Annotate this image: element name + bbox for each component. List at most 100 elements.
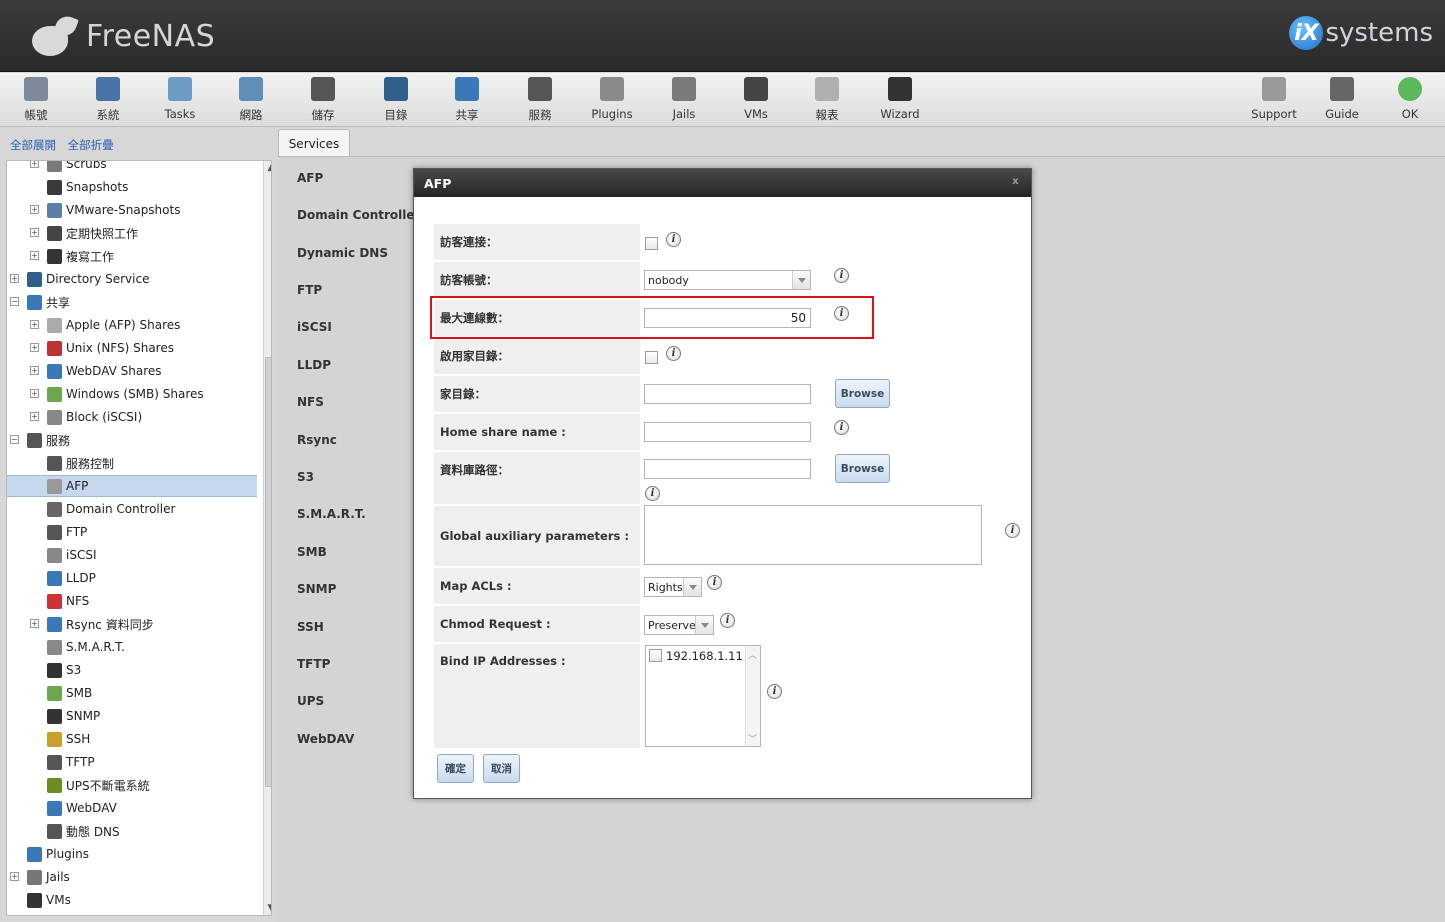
tree-node[interactable]: + 複寫工作	[7, 245, 257, 267]
home-dir-enable-checkbox[interactable]	[645, 351, 658, 364]
guest-account-select[interactable]: nobody	[644, 270, 811, 290]
tree-node[interactable]: Snapshots	[7, 176, 257, 198]
expand-icon[interactable]: +	[30, 343, 39, 352]
tree-node[interactable]: S3	[7, 659, 257, 681]
collapse-all-link[interactable]: 全部折疊	[68, 138, 114, 152]
browse-button[interactable]: Browse	[835, 379, 890, 408]
toolbar-item-4[interactable]: 儲存	[290, 77, 356, 123]
expand-icon[interactable]: +	[30, 619, 39, 628]
tree-node[interactable]: Domain Controller	[7, 498, 257, 520]
global-aux-textarea[interactable]	[644, 505, 982, 565]
tree-node[interactable]: WebDAV	[7, 797, 257, 819]
tree-node[interactable]: + Windows (SMB) Shares	[7, 383, 257, 405]
browse-button[interactable]: Browse	[835, 454, 890, 483]
cancel-button[interactable]: 取消	[483, 754, 520, 783]
expand-icon[interactable]: +	[10, 872, 19, 881]
info-icon[interactable]: i	[707, 575, 722, 590]
expand-icon[interactable]: +	[30, 412, 39, 421]
tree-node[interactable]: + 定期快照工作	[7, 222, 257, 244]
scroll-up-icon[interactable]: ▲	[266, 163, 271, 173]
tree-node[interactable]: 服務控制	[7, 452, 257, 474]
tree-node[interactable]: SMB	[7, 682, 257, 704]
toolbar-item-7[interactable]: 服務	[507, 77, 573, 123]
tree-node[interactable]: Plugins	[7, 843, 257, 865]
tree-node[interactable]: + VMware-Snapshots	[7, 199, 257, 221]
tree-node[interactable]: + WebDAV Shares	[7, 360, 257, 382]
scrollbar-thumb[interactable]	[265, 357, 271, 787]
tree-node[interactable]: VMs	[7, 889, 257, 911]
chmod-request-select[interactable]: Preserve	[644, 615, 714, 635]
tree-node[interactable]: NFS	[7, 590, 257, 612]
chevron-up-icon[interactable]: ︿	[748, 648, 757, 661]
bind-ip-listbox[interactable]: 192.168.1.11 ︿ ﹀	[645, 645, 761, 747]
db-path-input[interactable]	[644, 459, 811, 479]
chevron-down-icon[interactable]	[792, 271, 810, 289]
tree-node[interactable]: − 共享	[7, 291, 257, 313]
expand-all-link[interactable]: 全部展開	[10, 138, 56, 152]
map-acls-select[interactable]: Rights	[644, 577, 702, 597]
info-icon[interactable]: i	[666, 346, 681, 361]
chevron-down-icon[interactable]	[695, 616, 713, 634]
info-icon[interactable]: i	[1005, 523, 1020, 538]
info-icon[interactable]: i	[834, 268, 849, 283]
info-icon[interactable]: i	[720, 613, 735, 628]
tree-node[interactable]: SSH	[7, 728, 257, 750]
expand-icon[interactable]: +	[30, 389, 39, 398]
toolbar-item-11[interactable]: 報表	[794, 77, 860, 123]
collapse-icon[interactable]: −	[10, 435, 19, 444]
tree-node[interactable]: + Rsync 資料同步	[7, 613, 257, 635]
toolbar-item-8[interactable]: Plugins	[579, 77, 645, 121]
toolbar-item-3[interactable]: 網路	[218, 77, 284, 123]
tree-node[interactable]: + Apple (AFP) Shares	[7, 314, 257, 336]
tree-node[interactable]: LLDP	[7, 567, 257, 589]
toolbar-item-12[interactable]: Wizard	[867, 77, 933, 121]
expand-icon[interactable]: +	[30, 205, 39, 214]
expand-icon[interactable]: +	[30, 161, 39, 168]
expand-icon[interactable]: +	[30, 228, 39, 237]
tree-node[interactable]: + Directory Service	[7, 268, 257, 290]
info-icon[interactable]: i	[834, 420, 849, 435]
tree-node[interactable]: AFP	[7, 475, 257, 497]
expand-icon[interactable]: +	[30, 320, 39, 329]
chevron-down-icon[interactable]	[683, 578, 701, 596]
collapse-icon[interactable]: −	[10, 297, 19, 306]
tree-node[interactable]: S.M.A.R.T.	[7, 636, 257, 658]
ok-button[interactable]: 確定	[437, 754, 474, 783]
toolbar-item-0[interactable]: 帳號	[3, 77, 69, 123]
tree-node[interactable]: + Unix (NFS) Shares	[7, 337, 257, 359]
tree-node[interactable]: + Jails	[7, 866, 257, 888]
tree-node[interactable]: FTP	[7, 521, 257, 543]
home-dir-input[interactable]	[644, 384, 811, 404]
toolbar-item-10[interactable]: VMs	[723, 77, 789, 121]
tree-node[interactable]: + Scrubs	[7, 161, 257, 175]
tree-node[interactable]: UPS不斷電系統	[7, 774, 257, 796]
home-share-name-input[interactable]	[644, 422, 811, 442]
tree-node[interactable]: SNMP	[7, 705, 257, 727]
info-icon[interactable]: i	[767, 684, 782, 699]
tree-node[interactable]: + Block (iSCSI)	[7, 406, 257, 428]
info-icon[interactable]: i	[645, 486, 660, 501]
toolbar-item-9[interactable]: Jails	[651, 77, 717, 121]
tree-node[interactable]: 動態 DNS	[7, 820, 257, 842]
toolbar-item-1[interactable]: 系統	[75, 77, 141, 123]
toolbar-item-5[interactable]: 目錄	[363, 77, 429, 123]
expand-icon[interactable]: +	[10, 274, 19, 283]
tree-node[interactable]: iSCSI	[7, 544, 257, 566]
toolbar-right-item-0[interactable]: Support	[1241, 77, 1307, 121]
toolbar-item-6[interactable]: 共享	[434, 77, 500, 123]
close-icon[interactable]: x	[1010, 177, 1021, 188]
listbox-scrollbar[interactable]: ︿ ﹀	[745, 646, 760, 746]
bind-ip-checkbox[interactable]	[649, 649, 662, 662]
guest-access-checkbox[interactable]	[645, 237, 658, 250]
chevron-down-icon[interactable]: ﹀	[748, 732, 757, 745]
toolbar-right-item-2[interactable]: OK	[1377, 77, 1443, 121]
expand-icon[interactable]: +	[30, 366, 39, 375]
toolbar-right-item-1[interactable]: Guide	[1309, 77, 1375, 121]
toolbar-item-2[interactable]: Tasks	[147, 77, 213, 121]
scroll-down-icon[interactable]: ▼	[266, 903, 271, 913]
tree-scrollbar[interactable]: ▲ ▼	[263, 161, 271, 915]
expand-icon[interactable]: +	[30, 251, 39, 260]
tree-node[interactable]: TFTP	[7, 751, 257, 773]
tree-node[interactable]: − 服務	[7, 429, 257, 451]
tab-services[interactable]: Services	[278, 129, 350, 158]
